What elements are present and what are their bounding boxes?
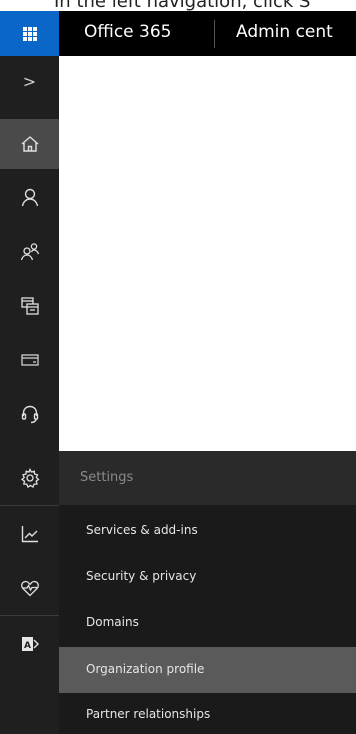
rail-item-billing[interactable]: [0, 334, 59, 386]
submenu-item-label: Security & privacy: [86, 569, 197, 583]
svg-text:A: A: [24, 641, 31, 651]
rail-item-expand[interactable]: >: [0, 56, 59, 106]
rail-separator: [0, 615, 59, 616]
submenu-item-label: Partner relationships: [86, 707, 211, 721]
admin-center-title[interactable]: Admin cent: [236, 22, 333, 42]
support-icon: [21, 405, 38, 424]
instruction-caption-text: In the left navigation, click S: [54, 0, 311, 11]
rail-item-health[interactable]: [0, 562, 59, 614]
settings-icon: [20, 467, 40, 488]
expand-chevron-icon: >: [22, 71, 37, 91]
rail-item-home[interactable]: [0, 119, 59, 169]
rail-item-reports[interactable]: [0, 508, 59, 560]
health-icon: [20, 580, 39, 597]
rail-item-support[interactable]: [0, 388, 59, 440]
instruction-caption: In the left navigation, click S: [0, 0, 356, 11]
resources-icon: [20, 297, 39, 315]
submenu-item-services-add-ins[interactable]: Services & add-ins: [59, 510, 356, 552]
billing-icon: [20, 354, 39, 366]
reports-icon: [21, 526, 38, 543]
submenu-item-label: Services & add-ins: [86, 523, 198, 537]
rail-separator: [0, 505, 59, 506]
submenu-item-security-privacy[interactable]: Security & privacy: [59, 556, 356, 598]
settings-nav-label: Settings: [80, 470, 134, 485]
submenu-item-domains[interactable]: Domains: [59, 602, 356, 644]
app-launcher-button[interactable]: [0, 11, 59, 56]
rail-item-admin-centers[interactable]: A: [0, 618, 59, 670]
rail-item-groups[interactable]: [0, 225, 59, 277]
rail-item-resources[interactable]: [0, 280, 59, 332]
submenu-item-partner-relationships[interactable]: Partner relationships: [59, 694, 356, 734]
left-navigation-rail: > A: [0, 56, 59, 734]
settings-submenu: Services & add-ins Security & privacy Do…: [59, 505, 356, 734]
topbar-divider: [214, 20, 215, 48]
home-icon: [21, 136, 38, 152]
submenu-item-label: Organization profile: [86, 662, 205, 676]
brand-link[interactable]: Office 365: [84, 22, 171, 42]
groups-icon: [20, 243, 39, 261]
submenu-item-label: Domains: [86, 615, 139, 629]
rail-item-users[interactable]: [0, 171, 59, 223]
submenu-item-organization-profile[interactable]: Organization profile: [59, 647, 356, 693]
waffle-icon: [22, 26, 37, 41]
top-bar: Office 365 Admin cent: [0, 11, 356, 56]
settings-nav-header[interactable]: Settings: [59, 451, 356, 505]
admin-centers-icon: A: [21, 637, 39, 651]
user-icon: [21, 188, 38, 207]
rail-item-settings[interactable]: [0, 452, 59, 504]
